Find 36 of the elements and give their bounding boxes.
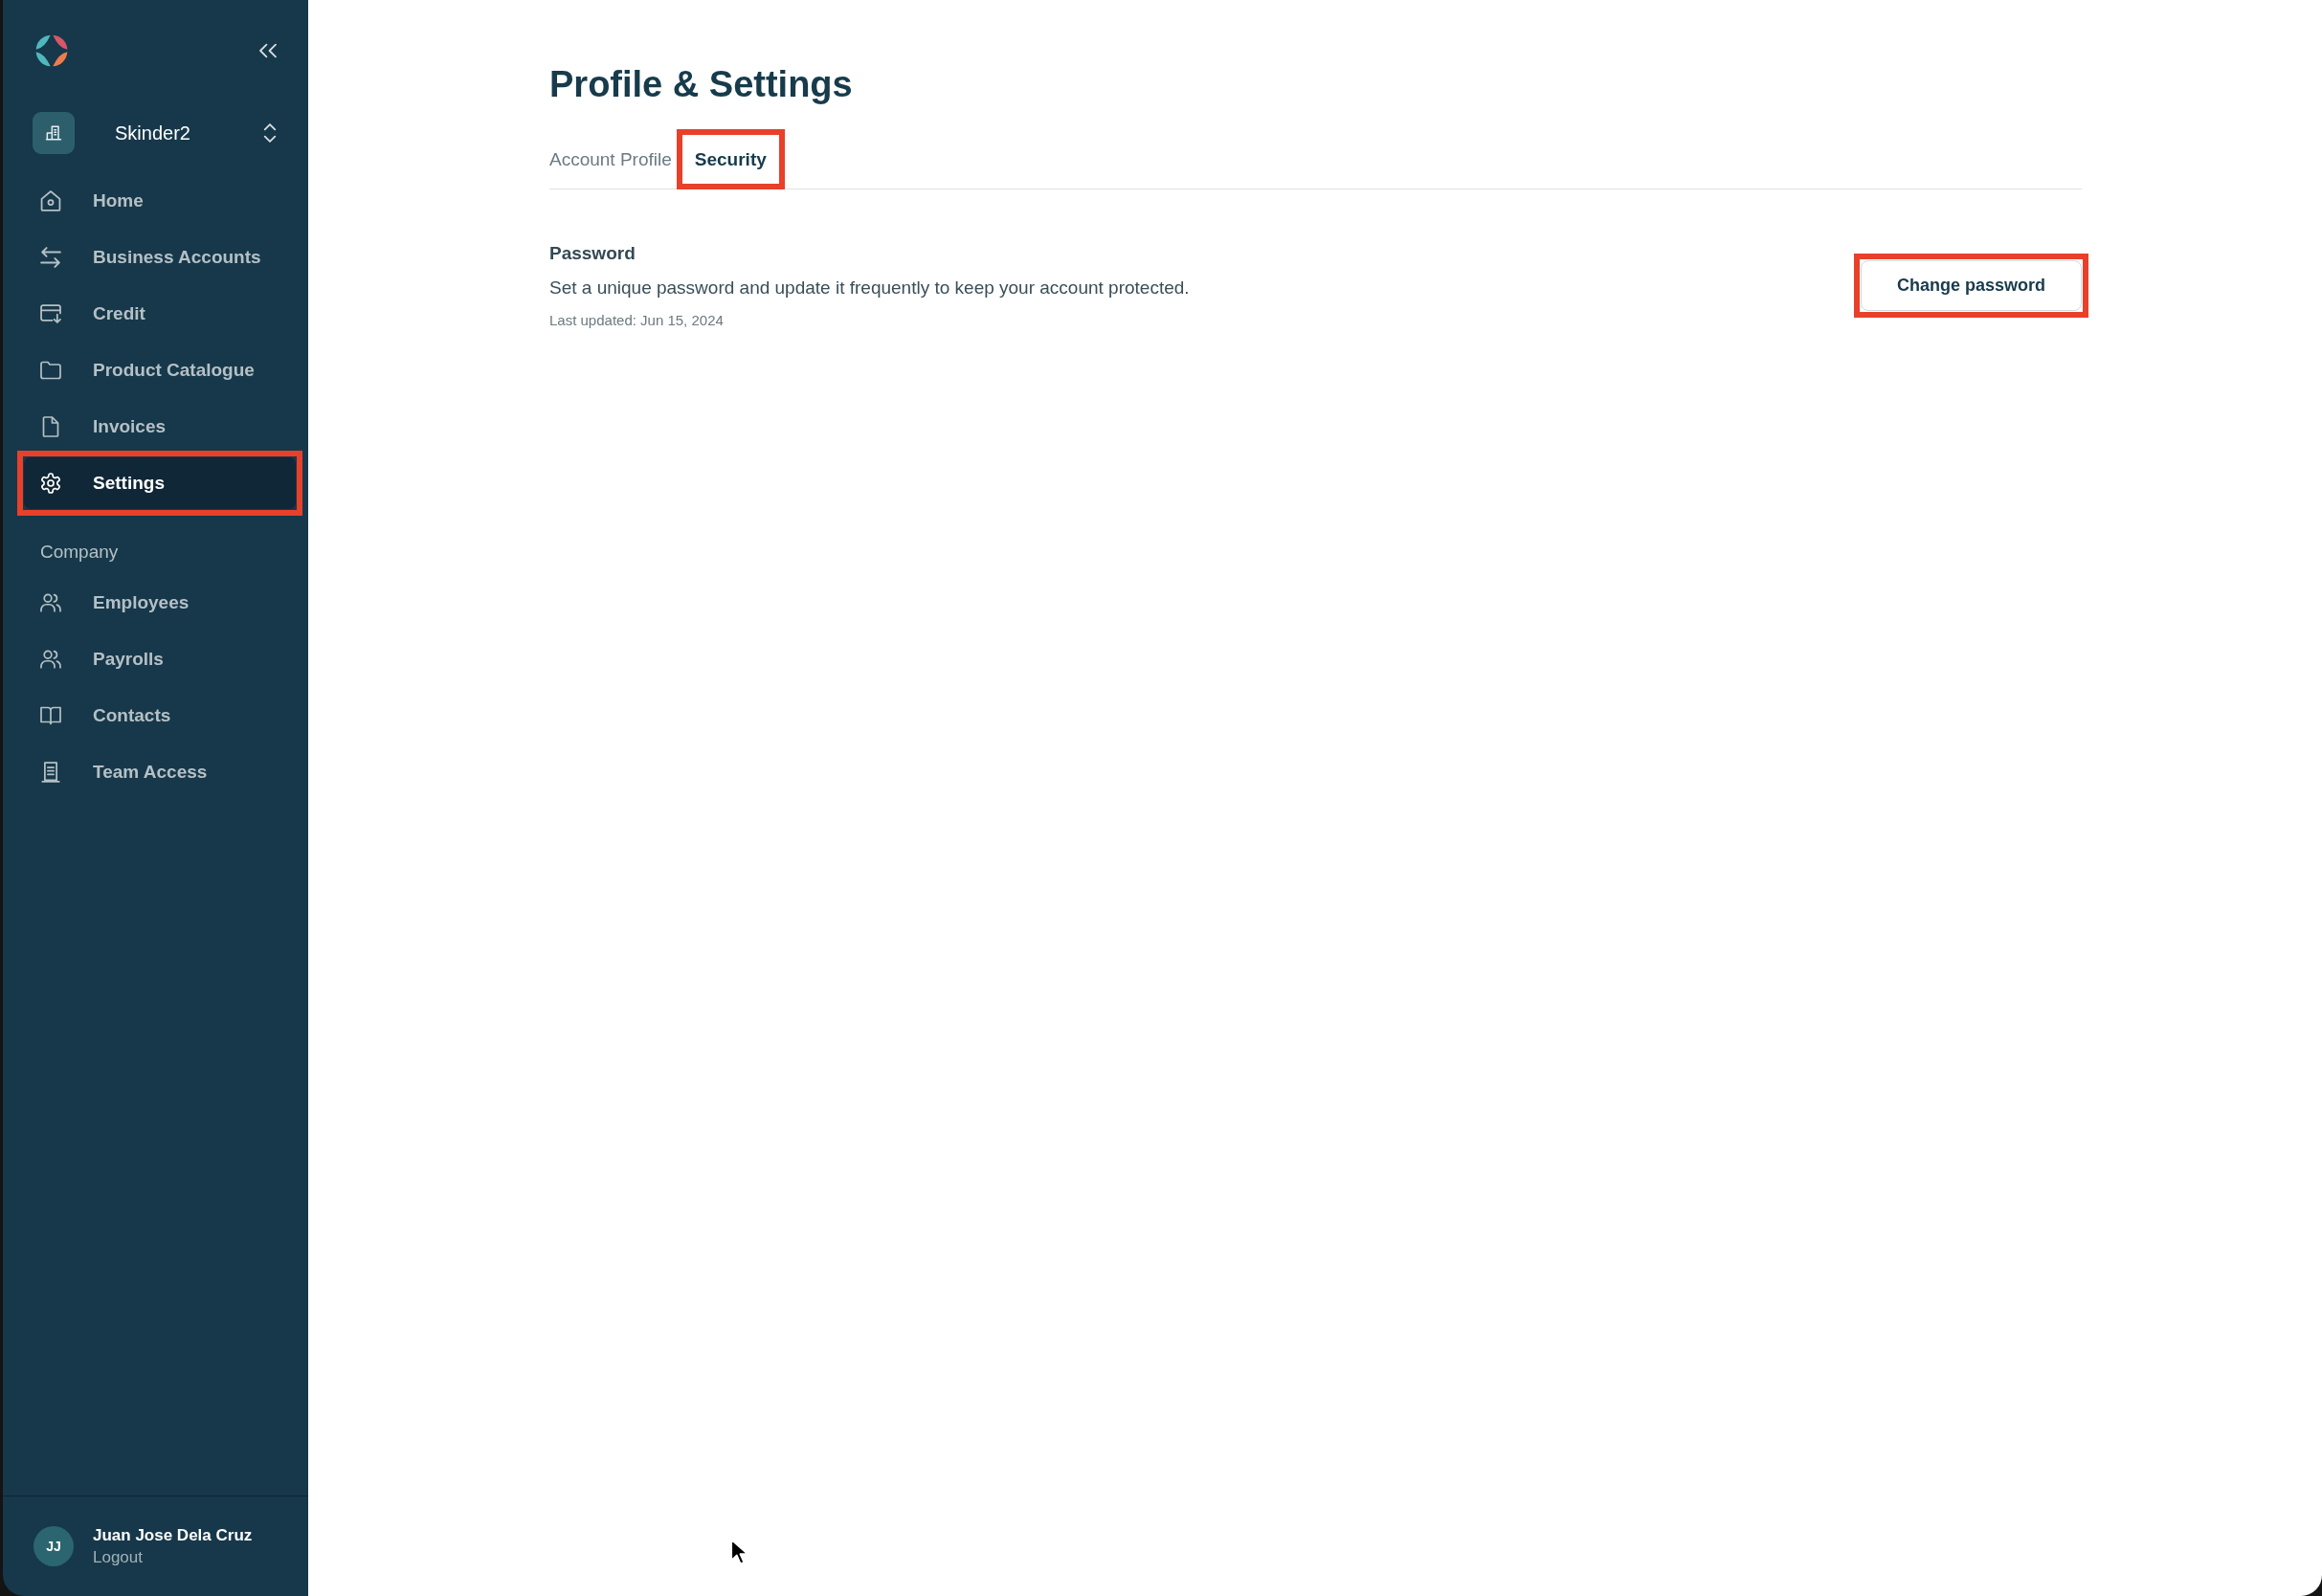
chevron-up-down-icon — [263, 123, 277, 143]
section-label: Company — [39, 541, 120, 564]
last-updated-text: Last updated: Jun 15, 2024 — [549, 311, 724, 330]
nav-item[interactable]: Payrolls — [24, 633, 296, 685]
page-title: Profile & Settings — [549, 63, 853, 106]
arrows-icon — [40, 247, 61, 268]
user-name: Juan Jose Dela Cruz — [93, 1525, 253, 1545]
home-icon — [40, 190, 61, 211]
card-icon — [40, 303, 61, 324]
collapse-chevrons-icon — [259, 42, 277, 59]
change-password-button[interactable]: Change password — [1860, 260, 2082, 311]
workspace-name[interactable]: Skinder2 — [115, 122, 263, 144]
document-stand-icon — [40, 762, 61, 783]
user-avatar: JJ — [33, 1526, 74, 1566]
tab[interactable]: Account Profile — [538, 136, 683, 183]
nav-item[interactable]: Business Accounts — [24, 232, 296, 283]
folder-icon — [40, 360, 61, 381]
settings-icon — [40, 473, 61, 494]
nav-item[interactable]: Invoices — [24, 401, 296, 453]
section-description: Set a unique password and update it frequently to keep your account protected. — [549, 277, 1190, 299]
logo-icon — [35, 34, 68, 67]
tab[interactable]: Security — [682, 136, 778, 183]
building-icon — [33, 112, 75, 154]
section-heading: Password — [549, 242, 636, 265]
book-icon — [40, 705, 61, 726]
file-icon — [40, 416, 61, 437]
nav-item[interactable]: Home — [24, 175, 296, 227]
nav-item[interactable]: Credit — [24, 288, 296, 340]
logout-link[interactable]: Logout — [93, 1547, 253, 1567]
nav-item[interactable]: Product Catalogue — [24, 344, 296, 396]
users-icon — [40, 592, 61, 613]
users-icon — [40, 649, 61, 670]
nav-item[interactable]: Settings — [24, 457, 296, 509]
nav-item[interactable]: Team Access — [24, 746, 296, 798]
nav-item[interactable]: Employees — [24, 577, 296, 629]
nav-item[interactable]: Contacts — [24, 690, 296, 742]
